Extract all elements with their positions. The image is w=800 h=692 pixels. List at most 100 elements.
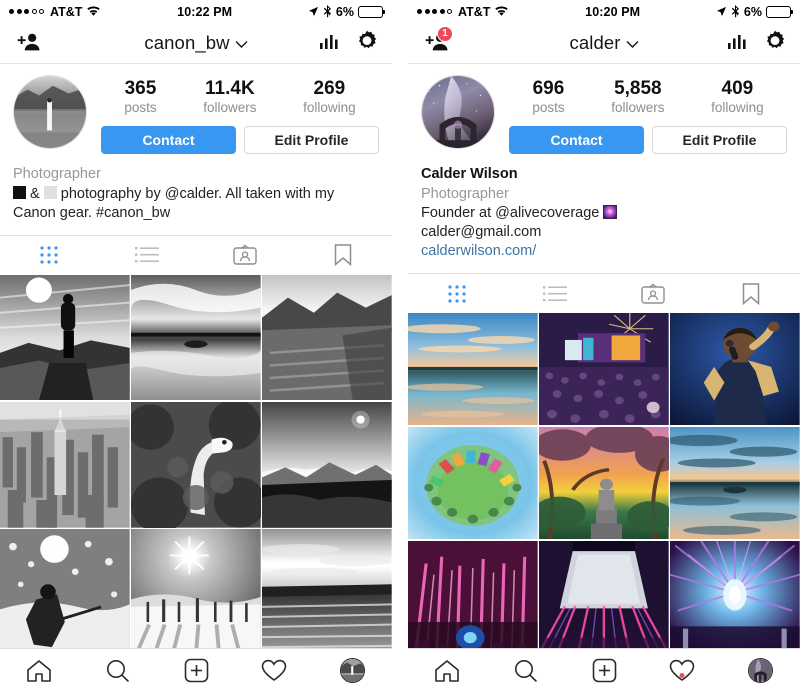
activity-tab[interactable]	[643, 659, 721, 682]
stat-posts[interactable]: 365 posts	[124, 78, 156, 115]
profile-tab-row	[408, 273, 800, 313]
notification-badge: 1	[437, 26, 453, 42]
stat-posts[interactable]: 696 posts	[532, 78, 564, 115]
grid-post[interactable]	[262, 274, 392, 401]
stat-following[interactable]: 409 following	[711, 78, 764, 115]
page-title[interactable]: canon_bw	[83, 32, 309, 54]
grid-post[interactable]	[0, 401, 130, 528]
grid-post[interactable]	[262, 401, 392, 528]
grid-post[interactable]	[0, 274, 130, 401]
profile-header: 365 posts 11.4K followers 269 following	[0, 64, 392, 155]
activity-tab[interactable]	[235, 659, 313, 682]
bio-website-link[interactable]: calderwilson.com/	[421, 242, 787, 261]
status-bar: AT&T 10:20 PM 6%	[408, 0, 800, 23]
following-label: following	[303, 100, 356, 116]
chevron-down-icon	[626, 32, 639, 54]
posts-label: posts	[124, 100, 157, 116]
bio-line-1: Founder at @alivecoverage	[421, 204, 600, 221]
tagged-photos-tab[interactable]	[196, 236, 294, 275]
posts-count: 696	[532, 78, 565, 99]
stat-followers[interactable]: 5,858 followers	[611, 78, 664, 115]
wifi-icon	[494, 6, 509, 17]
profile-category: Photographer	[421, 185, 509, 202]
list-tab[interactable]	[98, 236, 196, 275]
stat-following[interactable]: 269 following	[303, 78, 356, 115]
grid-post[interactable]	[408, 426, 538, 540]
add-user-button[interactable]	[13, 31, 43, 55]
profile-tab[interactable]	[314, 658, 392, 683]
profile-tab[interactable]	[722, 658, 800, 683]
battery-percent-label: 6%	[743, 4, 762, 19]
grid-post[interactable]	[670, 540, 800, 653]
contact-button[interactable]: Contact	[509, 126, 644, 155]
avatar[interactable]	[13, 75, 87, 149]
insights-bars-icon[interactable]	[319, 32, 339, 55]
page-title[interactable]: calder	[491, 32, 717, 54]
bio-ampersand: &	[30, 185, 40, 202]
gear-icon[interactable]	[763, 29, 787, 58]
photo-grid-bw	[0, 274, 392, 655]
list-tab[interactable]	[506, 274, 604, 313]
profile-tab-row	[0, 234, 392, 275]
followers-label: followers	[611, 100, 665, 116]
contact-button[interactable]: Contact	[101, 126, 236, 155]
grid-post[interactable]	[539, 313, 669, 426]
grid-icon	[448, 284, 466, 303]
battery-icon	[766, 5, 794, 18]
grid-icon	[40, 246, 58, 264]
grid-post[interactable]	[408, 313, 538, 426]
grid-post[interactable]	[131, 274, 261, 401]
grid-post[interactable]	[408, 540, 538, 653]
stat-followers[interactable]: 11.4K followers	[203, 78, 256, 115]
profile-bio: Photographer & photography by @calder. A…	[0, 154, 392, 222]
cellular-signal-icon	[9, 9, 44, 14]
search-tab[interactable]	[78, 658, 156, 683]
saved-tab[interactable]	[294, 236, 392, 275]
grid-post[interactable]	[0, 529, 130, 655]
add-post-tab[interactable]	[157, 658, 235, 683]
insights-bars-icon[interactable]	[727, 32, 747, 55]
saved-tab[interactable]	[702, 274, 800, 313]
carrier-label: AT&T	[458, 4, 491, 19]
edit-profile-button[interactable]: Edit Profile	[652, 126, 787, 155]
heart-icon	[670, 659, 695, 681]
id-card-icon	[641, 282, 665, 304]
black-square-emoji	[13, 185, 26, 199]
heart-icon	[262, 659, 287, 681]
clock: 10:20 PM	[585, 4, 641, 19]
add-post-tab[interactable]	[565, 658, 643, 683]
panel-divider	[392, 0, 408, 692]
home-tab[interactable]	[0, 659, 78, 683]
tagged-photos-tab[interactable]	[604, 274, 702, 313]
grid-post[interactable]	[131, 529, 261, 655]
home-icon	[27, 659, 52, 682]
grid-post[interactable]	[670, 426, 800, 540]
grid-post[interactable]	[539, 540, 669, 653]
home-tab[interactable]	[408, 659, 486, 683]
followers-count: 5,858	[614, 78, 662, 99]
nav-header: canon_bw	[0, 23, 392, 64]
location-arrow-icon	[716, 6, 727, 17]
profile-stats: 696 posts 5,858 followers 409 following	[509, 75, 787, 115]
grid-post[interactable]	[539, 426, 669, 540]
edit-profile-button[interactable]: Edit Profile	[244, 126, 379, 155]
battery-percent-label: 6%	[335, 4, 354, 19]
grid-tab[interactable]	[0, 236, 98, 275]
grid-tab[interactable]	[408, 274, 506, 313]
white-square-emoji	[43, 185, 57, 199]
list-icon	[543, 285, 567, 301]
gear-icon[interactable]	[355, 29, 379, 58]
search-tab[interactable]	[486, 658, 564, 683]
grid-post[interactable]	[262, 529, 392, 655]
username-label: canon_bw	[144, 32, 230, 53]
phone-screen-canon-bw: AT&T 10:22 PM 6% canon_bw 365 posts 11.4…	[0, 0, 392, 692]
posts-count: 365	[124, 78, 157, 99]
add-user-button[interactable]: 1	[421, 26, 453, 55]
wifi-icon	[86, 6, 101, 17]
plus-square-icon	[184, 658, 208, 683]
grid-post[interactable]	[670, 313, 800, 426]
grid-post[interactable]	[131, 401, 261, 528]
bio-line-1-rest: photography by @calder. All taken with m…	[60, 185, 335, 202]
avatar[interactable]	[421, 75, 495, 149]
followers-label: followers	[203, 100, 257, 116]
